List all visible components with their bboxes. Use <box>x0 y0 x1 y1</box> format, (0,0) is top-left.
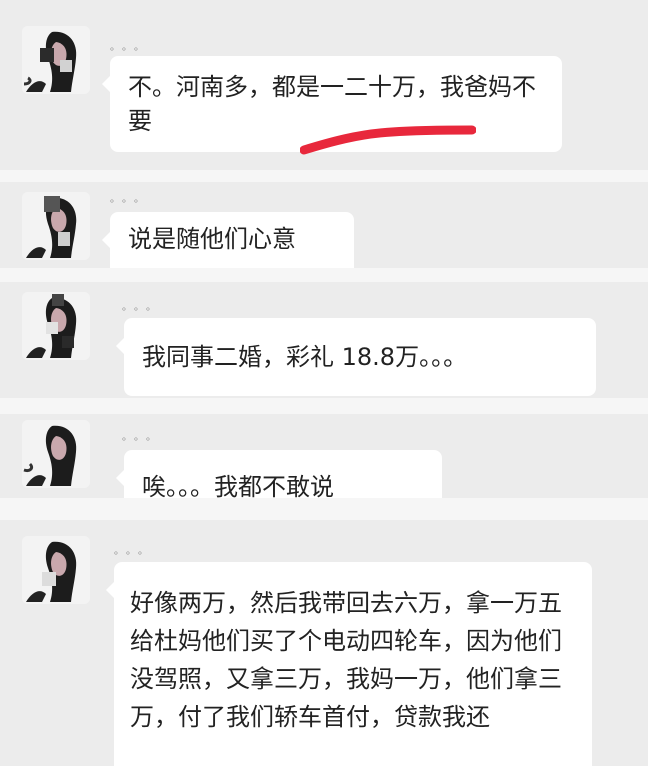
message-block-4: 。。。 唉。。。我都不敢说 <box>0 414 648 504</box>
message-status-dots: 。。。 <box>110 42 151 53</box>
message-bubble[interactable]: 不。河南多，都是一二十万，我爸妈不要 <box>102 56 562 152</box>
avatar-image-icon <box>22 292 90 360</box>
divider <box>0 170 648 182</box>
message-bubble[interactable]: 唉。。。我都不敢说 <box>116 450 442 504</box>
message-bubble[interactable]: 好像两万，然后我带回去六万，拿一万五给杜妈他们买了个电动四轮车，因为他们没驾照，… <box>106 562 592 766</box>
message-block-5: 。。。 好像两万，然后我带回去六万，拿一万五给杜妈他们买了个电动四轮车，因为他们… <box>0 520 648 766</box>
avatar-image-icon <box>22 26 90 94</box>
avatar-image-icon <box>22 536 90 604</box>
divider <box>0 268 648 282</box>
message-block-2: 。。。 说是随他们心意 <box>0 182 648 274</box>
message-bubble[interactable]: 说是随他们心意 <box>102 212 354 274</box>
message-status-dots: 。。。 <box>114 546 155 557</box>
avatar-image-icon <box>22 192 90 260</box>
divider <box>0 398 648 414</box>
avatar-image-icon <box>22 420 90 488</box>
contact-avatar[interactable] <box>22 292 90 360</box>
contact-avatar[interactable] <box>22 536 90 604</box>
contact-avatar[interactable] <box>22 26 90 94</box>
message-text: 不。河南多，都是一二十万，我爸妈不要 <box>128 73 536 135</box>
message-status-dots: 。。。 <box>122 432 163 443</box>
message-block-1: 。。。 不。河南多，都是一二十万，我爸妈不要 <box>0 0 648 170</box>
divider <box>0 498 648 520</box>
contact-avatar[interactable] <box>22 192 90 260</box>
message-block-3: 。。。 我同事二婚，彩礼 18.8万。。。 <box>0 282 648 410</box>
message-text: 我同事二婚，彩礼 18.8万。。。 <box>142 343 468 371</box>
message-bubble[interactable]: 我同事二婚，彩礼 18.8万。。。 <box>116 318 596 396</box>
message-status-dots: 。。。 <box>122 302 163 313</box>
message-status-dots: 。。。 <box>110 194 151 205</box>
message-text: 好像两万，然后我带回去六万，拿一万五给杜妈他们买了个电动四轮车，因为他们没驾照，… <box>130 589 562 731</box>
contact-avatar[interactable] <box>22 420 90 488</box>
message-text: 说是随他们心意 <box>128 225 296 253</box>
